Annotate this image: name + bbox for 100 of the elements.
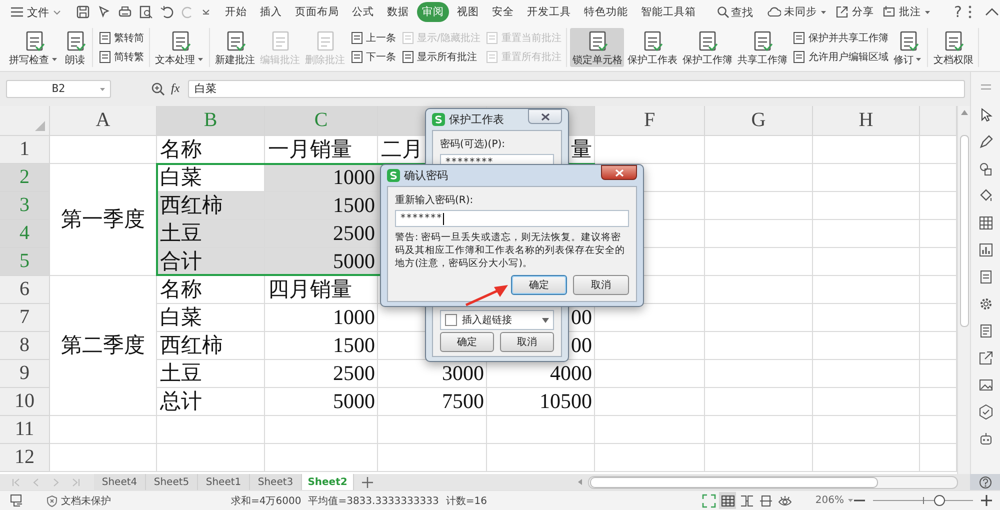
table-cell[interactable]: 四月销量 bbox=[265, 276, 378, 304]
table-cell[interactable] bbox=[813, 416, 920, 444]
table-cell[interactable] bbox=[813, 444, 920, 472]
account-button[interactable]: 分享 bbox=[835, 5, 874, 20]
row-header[interactable]: 1 bbox=[0, 136, 50, 164]
sheet-tab[interactable]: Sheet3 bbox=[250, 474, 302, 490]
table-cell[interactable] bbox=[705, 332, 813, 360]
table-cell[interactable] bbox=[813, 276, 920, 304]
row-header[interactable]: 8 bbox=[0, 332, 50, 360]
save-icon[interactable] bbox=[76, 5, 90, 20]
menu-tab[interactable]: 特色功能 bbox=[579, 2, 633, 22]
table-cell[interactable] bbox=[705, 416, 813, 444]
file-menu[interactable]: 文件 bbox=[8, 2, 64, 22]
table-cell[interactable] bbox=[705, 276, 813, 304]
table-cell[interactable] bbox=[595, 360, 705, 388]
horizontal-scrollbar[interactable] bbox=[578, 474, 958, 490]
ribbon-button[interactable]: 繁转简 bbox=[97, 30, 145, 46]
ribbon-button[interactable]: 显示所有批注 bbox=[400, 49, 482, 66]
hexagon-icon[interactable] bbox=[978, 404, 994, 420]
table-cell[interactable] bbox=[595, 444, 705, 472]
print-icon[interactable] bbox=[118, 5, 132, 20]
bar-chart-icon[interactable] bbox=[978, 242, 994, 258]
table-cell[interactable] bbox=[813, 360, 920, 388]
table-cell[interactable] bbox=[705, 192, 813, 220]
menu-tab[interactable]: 公式 bbox=[347, 2, 379, 22]
ribbon-button[interactable]: 修订 bbox=[891, 28, 924, 67]
table-cell[interactable]: 土豆 bbox=[157, 220, 265, 248]
table-cell[interactable] bbox=[813, 164, 920, 192]
plus-icon[interactable] bbox=[362, 476, 373, 488]
table-cell[interactable] bbox=[50, 136, 157, 164]
table-cell[interactable] bbox=[813, 388, 920, 416]
print-preview-icon[interactable] bbox=[139, 5, 153, 20]
table-cell[interactable] bbox=[157, 416, 265, 444]
ribbon-button[interactable]: 共享工作簿 bbox=[735, 28, 790, 67]
ribbon-button[interactable]: 上一条 bbox=[349, 30, 397, 46]
collapse-icon[interactable] bbox=[984, 7, 999, 18]
row-header[interactable]: 11 bbox=[0, 416, 50, 444]
ribbon-button[interactable]: 锁定单元格 bbox=[570, 28, 624, 67]
document-icon[interactable] bbox=[978, 268, 994, 285]
table-cell[interactable] bbox=[378, 416, 487, 444]
table-cell[interactable] bbox=[813, 304, 920, 332]
table-cell[interactable]: 1500 bbox=[265, 192, 378, 220]
table-cell[interactable] bbox=[813, 136, 920, 164]
menu-tab[interactable]: 页面布局 bbox=[290, 2, 344, 22]
ribbon-button[interactable]: 下一条 bbox=[349, 49, 397, 66]
shapes-icon[interactable] bbox=[978, 160, 994, 177]
table-cell[interactable] bbox=[705, 164, 813, 192]
table-cell[interactable] bbox=[813, 332, 920, 360]
table-cell[interactable] bbox=[487, 444, 595, 472]
table-cell[interactable] bbox=[50, 416, 157, 444]
robot-icon[interactable] bbox=[978, 430, 994, 447]
table-cell[interactable]: 总计 bbox=[157, 388, 265, 416]
account-button[interactable]: 批注 bbox=[882, 5, 931, 20]
table-cell[interactable]: 7500 bbox=[378, 388, 487, 416]
table-cell[interactable] bbox=[705, 360, 813, 388]
table-cell[interactable]: 2500 bbox=[265, 220, 378, 248]
close-button[interactable] bbox=[601, 165, 637, 180]
more-icon[interactable] bbox=[966, 5, 973, 20]
column-header[interactable]: H bbox=[813, 106, 920, 136]
last-sheet-icon[interactable] bbox=[72, 478, 80, 487]
cursor-arrow-icon[interactable] bbox=[97, 5, 111, 20]
view-button[interactable] bbox=[719, 492, 736, 510]
ribbon-button[interactable]: 拼写检查 bbox=[7, 28, 60, 67]
slider-thumb[interactable] bbox=[934, 495, 945, 506]
vertical-scrollbar[interactable] bbox=[957, 106, 970, 474]
image-icon[interactable] bbox=[978, 376, 994, 393]
table-icon[interactable] bbox=[978, 214, 994, 231]
dialog-button[interactable]: 取消 bbox=[573, 275, 629, 295]
sheet-tab[interactable]: Sheet4 bbox=[94, 474, 146, 490]
table-cell[interactable]: 1000 bbox=[265, 164, 378, 192]
table-cell[interactable]: 1000 bbox=[265, 304, 378, 332]
table-cell[interactable] bbox=[813, 248, 920, 276]
table-cell[interactable]: 5000 bbox=[265, 388, 378, 416]
previous-sheet-icon[interactable] bbox=[32, 478, 40, 487]
help-icon[interactable] bbox=[978, 476, 992, 489]
bucket-icon[interactable] bbox=[978, 188, 994, 204]
table-cell[interactable] bbox=[705, 136, 813, 164]
table-cell[interactable]: 1500 bbox=[265, 332, 378, 360]
sheet-tab[interactable]: Sheet2 bbox=[302, 474, 354, 490]
ribbon-button[interactable]: 保护并共享工作簿 bbox=[791, 30, 890, 46]
table-cell[interactable] bbox=[487, 416, 595, 444]
row-header[interactable]: 10 bbox=[0, 388, 50, 416]
table-cell[interactable] bbox=[813, 220, 920, 248]
checkbox[interactable] bbox=[445, 314, 457, 326]
select-all-button[interactable] bbox=[0, 106, 50, 136]
ribbon-button[interactable]: 简转繁 bbox=[97, 49, 145, 66]
row-header[interactable]: 6 bbox=[0, 276, 50, 304]
table-cell[interactable] bbox=[50, 444, 157, 472]
table-cell[interactable]: 一月销量 bbox=[265, 136, 378, 164]
dialog-button[interactable]: 确定 bbox=[440, 332, 494, 352]
dialog-button[interactable]: 确定 bbox=[511, 275, 567, 295]
table-cell[interactable] bbox=[378, 444, 487, 472]
protection-status[interactable]: 文档未保护 bbox=[61, 494, 111, 508]
gear-icon[interactable] bbox=[978, 296, 994, 312]
menu-tab[interactable]: 插入 bbox=[255, 2, 287, 22]
table-cell[interactable]: 西红柿 bbox=[157, 192, 265, 220]
help-button[interactable]: ? bbox=[949, 3, 967, 22]
chevron-down-icon[interactable] bbox=[202, 9, 210, 16]
table-cell[interactable] bbox=[705, 304, 813, 332]
menu-tab[interactable]: 审阅 bbox=[417, 2, 449, 22]
